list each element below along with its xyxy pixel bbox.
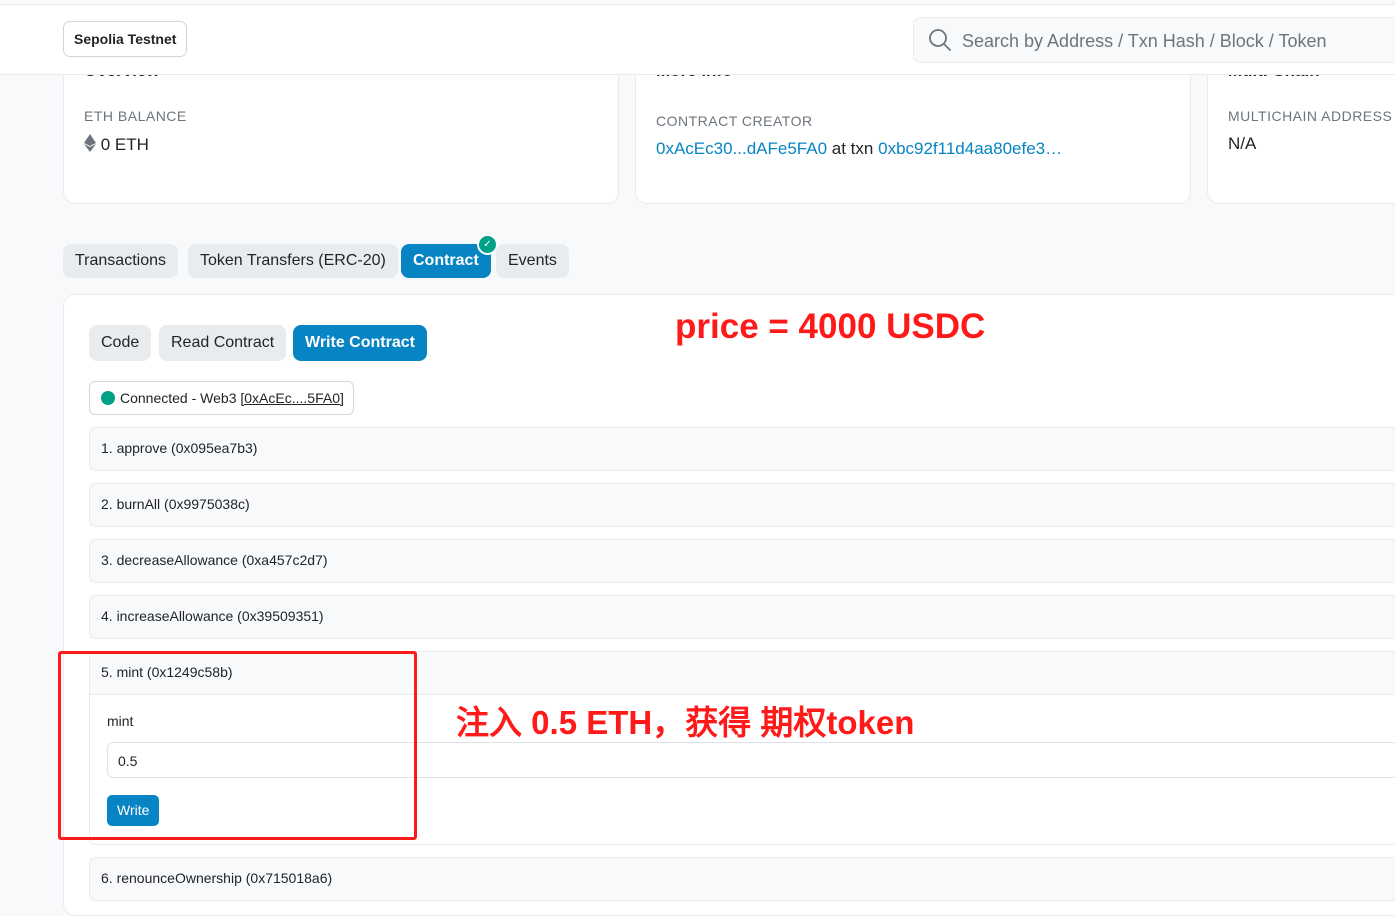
function-row-increaseallowance[interactable]: 4. increaseAllowance (0x39509351)	[89, 595, 1395, 639]
multichain-card: Multi Chain MULTICHAIN ADDRESS N/A	[1207, 60, 1395, 204]
more-info-card: More Info CONTRACT CREATOR 0xAcEc30...dA…	[635, 60, 1191, 204]
search-input[interactable]	[960, 18, 1395, 64]
function-row-decreaseallowance[interactable]: 3. decreaseAllowance (0xa457c2d7)	[89, 539, 1395, 583]
subtab-write-contract[interactable]: Write Contract	[293, 325, 427, 361]
function-label: 1. approve (0x095ea7b3)	[101, 440, 258, 456]
creation-txn-link[interactable]: 0xbc92f11d4aa80efe3…	[878, 139, 1062, 158]
network-badge[interactable]: Sepolia Testnet	[63, 21, 188, 57]
eth-balance-label: ETH BALANCE	[84, 108, 187, 124]
mint-function-header[interactable]: 5. mint (0x1249c58b)	[90, 652, 1395, 695]
subtab-code[interactable]: Code	[89, 325, 152, 361]
connection-text: Connected - Web3	[120, 390, 237, 406]
multichain-address-label: MULTICHAIN ADDRESS	[1228, 108, 1393, 124]
function-label: 2. burnAll (0x9975038c)	[101, 496, 250, 512]
connected-status-icon	[101, 391, 115, 405]
eth-balance-value: 0 ETH	[84, 134, 149, 155]
ethereum-icon	[84, 134, 96, 152]
function-row-mint: 5. mint (0x1249c58b) mint 0.5 Write	[89, 651, 1395, 845]
overview-card: Overview ETH BALANCE 0 ETH	[63, 60, 619, 204]
verified-check-icon: ✓	[477, 234, 498, 255]
price-annotation: price = 4000 USDC	[675, 307, 986, 346]
function-label: 3. decreaseAllowance (0xa457c2d7)	[101, 552, 328, 568]
mint-param-label: mint	[107, 713, 134, 729]
web3-connection-status[interactable]: Connected - Web3 [0xAcEc....5FA0]	[89, 381, 354, 415]
write-button[interactable]: Write	[107, 795, 160, 826]
function-label: 4. increaseAllowance (0x39509351)	[101, 608, 324, 624]
function-row-renounceownership[interactable]: 6. renounceOwnership (0x715018a6)	[89, 857, 1395, 901]
tab-transactions[interactable]: Transactions	[63, 244, 178, 278]
creator-address-link[interactable]: 0xAcEc30...dAFe5FA0	[656, 139, 827, 158]
mint-amount-value: 0.5	[118, 753, 138, 769]
connected-address-link[interactable]: [0xAcEc....5FA0]	[240, 390, 344, 406]
search-box[interactable]	[913, 17, 1395, 64]
tab-events[interactable]: Events	[496, 244, 569, 278]
top-header: Sepolia Testnet	[0, 4, 1395, 75]
function-label: 5. mint (0x1249c58b)	[101, 664, 233, 680]
search-icon	[929, 29, 951, 51]
at-txn-text: at txn	[831, 139, 874, 158]
function-label: 6. renounceOwnership (0x715018a6)	[101, 870, 333, 886]
contract-creator-label: CONTRACT CREATOR	[656, 113, 813, 129]
tab-token-transfers[interactable]: Token Transfers (ERC-20)	[188, 244, 398, 278]
function-row-approve[interactable]: 1. approve (0x095ea7b3)	[89, 427, 1395, 471]
mint-amount-input[interactable]: 0.5	[107, 742, 1395, 778]
multichain-address-value: N/A	[1228, 134, 1257, 153]
function-row-burnall[interactable]: 2. burnAll (0x9975038c)	[89, 483, 1395, 527]
mint-annotation: 注入 0.5 ETH，获得 期权token	[456, 704, 915, 741]
subtab-read-contract[interactable]: Read Contract	[159, 325, 287, 361]
contract-creator-value: 0xAcEc30...dAFe5FA0 at txn 0xbc92f11d4aa…	[656, 139, 1062, 159]
